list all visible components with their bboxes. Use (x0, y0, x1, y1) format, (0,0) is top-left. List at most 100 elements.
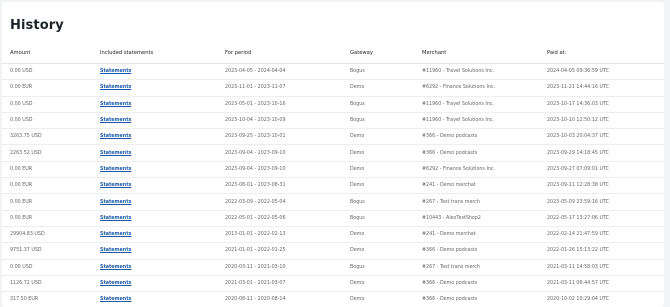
statements-cell: Statements (92, 128, 217, 146)
gateway-cell: Bogus (342, 112, 414, 130)
period-cell: 2020-08-11 - 2020-08-14 (217, 291, 342, 307)
statements-link[interactable]: Statements (100, 265, 131, 270)
gateway-cell: Bogus (342, 193, 414, 211)
table-row: 0.00 USD Statements 2023-10-04 - 2023-10-0… (2, 112, 664, 130)
statements-link[interactable]: Statements (100, 118, 131, 123)
statements-link[interactable]: Statements (100, 183, 131, 188)
period-cell: 2023-05-01 - 2023-10-16 (217, 96, 342, 113)
table-row: 9751.37 USD Statements 2021-01-01 - 2022-0… (2, 242, 664, 260)
table-header-row: Amount Included statements For period Ga… (2, 42, 664, 64)
statements-cell: Statements (92, 144, 217, 162)
amount-cell: 0.00 USD (2, 112, 92, 130)
merchant-cell: #11960 - Travel Solutions Inc. (414, 63, 539, 81)
statements-link[interactable]: Statements (100, 102, 131, 107)
table-row: 2263.52 USD Statements 2023-09-04 - 2023-0… (2, 144, 664, 162)
period-cell: 2023-09-25 - 2023-10-01 (217, 128, 342, 146)
statements-cell: Statements (92, 79, 217, 97)
merchant-cell: #241 - Demo merchat (414, 226, 539, 244)
period-cell: 2023-11-01 - 2023-11-07 (217, 79, 342, 97)
table-row: 0.00 EUR Statements 2023-08-01 - 2023-08-3… (2, 177, 664, 195)
table-row: 0.00 EUR Statements 2022-03-09 - 2022-05-0… (2, 193, 664, 211)
statements-cell: Statements (92, 210, 217, 227)
history-card: History Amount Included statements For p… (2, 2, 664, 307)
statements-link[interactable]: Statements (100, 85, 131, 90)
statements-link[interactable]: Statements (100, 134, 131, 139)
statements-link[interactable]: Statements (100, 232, 131, 237)
period-cell: 2023-09-04 - 2023-09-10 (217, 161, 342, 179)
statements-link[interactable]: Statements (100, 167, 131, 172)
period-cell: 2013-01-01 - 2022-02-13 (217, 226, 342, 244)
paid-at-cell: 2020-10-02 10:29:04 UTC (539, 291, 664, 307)
statements-cell: Statements (92, 63, 217, 81)
paid-at-cell: 2023-09-11 12:28:38 UTC (539, 177, 664, 195)
gateway-cell: Bogus (342, 210, 414, 227)
statements-cell: Statements (92, 291, 217, 307)
header-merchant: Merchant (414, 42, 539, 64)
amount-cell: 0.00 USD (2, 96, 92, 113)
gateway-cell: Demo (342, 161, 414, 179)
period-cell: 2023-09-04 - 2023-09-10 (217, 144, 342, 162)
statements-link[interactable]: Statements (100, 69, 131, 74)
statements-cell: Statements (92, 161, 217, 179)
header-amount: Amount (2, 42, 92, 64)
paid-at-cell: 2022-05-17 13:27:06 UTC (539, 210, 664, 227)
paid-at-cell: 2023-11-21 14:44:16 UTC (539, 79, 664, 97)
merchant-cell: #6292 - Finance Solutions Inc. (414, 161, 539, 179)
statements-link[interactable]: Statements (100, 200, 131, 205)
amount-cell: 0.00 EUR (2, 193, 92, 211)
period-cell: 2021-01-01 - 2022-01-25 (217, 242, 342, 260)
page-title: History (10, 18, 64, 33)
merchant-cell: #366 - Demo podcasts (414, 291, 539, 307)
statements-link[interactable]: Statements (100, 297, 131, 302)
paid-at-cell: 2022-01-26 15:13:22 UTC (539, 242, 664, 260)
merchant-cell: #10443 - AlexTestShop2 (414, 210, 539, 227)
statements-link[interactable]: Statements (100, 216, 131, 221)
history-table: Amount Included statements For period Ga… (2, 42, 664, 307)
statements-link[interactable]: Statements (100, 248, 131, 253)
merchant-cell: #11960 - Travel Solutions Inc. (414, 96, 539, 113)
header-included-statements: Included statements (92, 42, 217, 64)
amount-cell: 0.00 EUR (2, 161, 92, 179)
amount-cell: 29904.83 USD (2, 226, 92, 244)
gateway-cell: Demo (342, 128, 414, 146)
paid-at-cell: 2023-09-29 14:18:45 UTC (539, 144, 664, 162)
gateway-cell: Bogus (342, 63, 414, 81)
statements-cell: Statements (92, 193, 217, 211)
period-cell: 2021-03-01 - 2021-03-07 (217, 275, 342, 293)
table-row: 0.00 EUR Statements 2022-05-01 - 2022-05-0… (2, 210, 664, 227)
gateway-cell: Demo (342, 144, 414, 162)
period-cell: 2023-08-01 - 2023-08-31 (217, 177, 342, 195)
amount-cell: 0.00 EUR (2, 79, 92, 97)
merchant-cell: #267 - Test trans merch (414, 193, 539, 211)
gateway-cell: Bogus (342, 259, 414, 276)
amount-cell: 0.00 USD (2, 259, 92, 276)
period-cell: 2023-10-04 - 2023-10-09 (217, 112, 342, 130)
gateway-cell: Demo (342, 177, 414, 195)
table-body: 0.00 USD Statements 2023-04-05 - 2024-04-0… (2, 63, 664, 307)
statements-link[interactable]: Statements (100, 281, 131, 286)
amount-cell: 3263.75 USD (2, 128, 92, 146)
table-row: 3263.75 USD Statements 2023-09-25 - 2023-1… (2, 128, 664, 146)
merchant-cell: #6292 - Finance Solutions Inc. (414, 79, 539, 97)
paid-at-cell: 2023-09-27 07:09:01 UTC (539, 161, 664, 179)
table-row: 0.00 USD Statements 2023-04-05 - 2024-04-0… (2, 63, 664, 81)
period-cell: 2022-05-01 - 2022-05-06 (217, 210, 342, 227)
merchant-cell: #267 - Test trans merch (414, 259, 539, 276)
statements-cell: Statements (92, 112, 217, 130)
table-row: 317.50 EUR Statements 2020-08-11 - 2020-08… (2, 291, 664, 307)
merchant-cell: #11960 - Travel Solutions Inc. (414, 112, 539, 130)
header-for-period: For period (217, 42, 342, 64)
paid-at-cell: 2023-10-10 12:50:12 UTC (539, 112, 664, 130)
paid-at-cell: 2023-10-03 20:04:37 UTC (539, 128, 664, 146)
paid-at-cell: 2022-02-14 21:47:59 UTC (539, 226, 664, 244)
statements-link[interactable]: Statements (100, 151, 131, 156)
table-row: 0.00 USD Statements 2020-03-11 - 2021-03-1… (2, 259, 664, 276)
period-cell: 2022-03-09 - 2022-05-04 (217, 193, 342, 211)
merchant-cell: #366 - Demo podcasts (414, 144, 539, 162)
gateway-cell: Demo (342, 226, 414, 244)
paid-at-cell: 2023-05-09 23:59:16 UTC (539, 193, 664, 211)
merchant-cell: #366 - Demo podcasts (414, 242, 539, 260)
merchant-cell: #241 - Demo merchat (414, 177, 539, 195)
gateway-cell: Bogus (342, 96, 414, 113)
statements-cell: Statements (92, 226, 217, 244)
